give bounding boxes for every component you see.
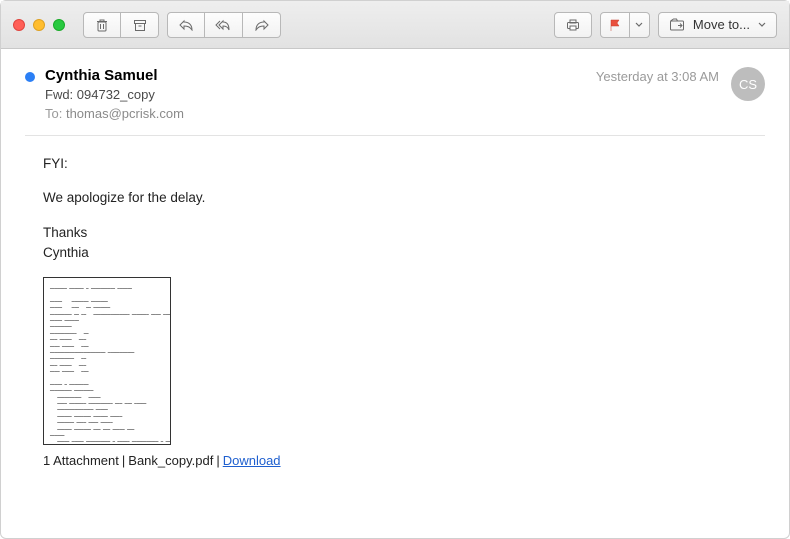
avatar[interactable]: CS <box>731 67 765 101</box>
unread-indicator[interactable] <box>25 72 35 82</box>
mail-window: Move to... Cynthia Samuel Fwd: 094732_co… <box>0 0 790 539</box>
message-body: FYI: We apologize for the delay. Thanks … <box>25 154 765 263</box>
timestamp: Yesterday at 3:08 AM <box>596 69 719 84</box>
attachment-thumbnail[interactable]: ═══════ ══════ ═ ══════════ ══════ ═════… <box>43 277 171 445</box>
download-link[interactable]: Download <box>223 453 281 468</box>
to-row: To: thomas@pcrisk.com <box>45 106 596 121</box>
chevron-down-icon <box>758 22 766 28</box>
archive-button[interactable] <box>121 12 159 38</box>
print-button[interactable] <box>554 12 592 38</box>
sig-1: Thanks <box>43 223 765 243</box>
body-line-1: FYI: <box>43 154 765 174</box>
reply-button[interactable] <box>167 12 205 38</box>
maximize-window[interactable] <box>53 19 65 31</box>
window-controls <box>13 19 65 31</box>
flag-menu-button[interactable] <box>630 12 650 38</box>
forward-button[interactable] <box>243 12 281 38</box>
close-window[interactable] <box>13 19 25 31</box>
reply-all-button[interactable] <box>205 12 243 38</box>
header-separator <box>25 135 765 136</box>
attachment-info: 1 Attachment|Bank_copy.pdf|Download <box>43 453 765 468</box>
sig-2: Cynthia <box>43 243 765 263</box>
moveto-label: Move to... <box>693 17 750 32</box>
moveto-button[interactable]: Move to... <box>658 12 777 38</box>
to-label: To: <box>45 106 62 121</box>
subject-line: Fwd: 094732_copy <box>45 87 596 102</box>
minimize-window[interactable] <box>33 19 45 31</box>
moveto-icon <box>669 18 685 32</box>
message-content: Cynthia Samuel Fwd: 094732_copy To: thom… <box>1 49 789 538</box>
sender-name: Cynthia Samuel <box>45 67 596 84</box>
delete-button[interactable] <box>83 12 121 38</box>
attachment-filename: Bank_copy.pdf <box>128 453 213 468</box>
to-address: thomas@pcrisk.com <box>66 106 184 121</box>
body-line-2: We apologize for the delay. <box>43 188 765 208</box>
titlebar: Move to... <box>1 1 789 49</box>
attachment-count: 1 Attachment <box>43 453 119 468</box>
flag-button[interactable] <box>600 12 630 38</box>
